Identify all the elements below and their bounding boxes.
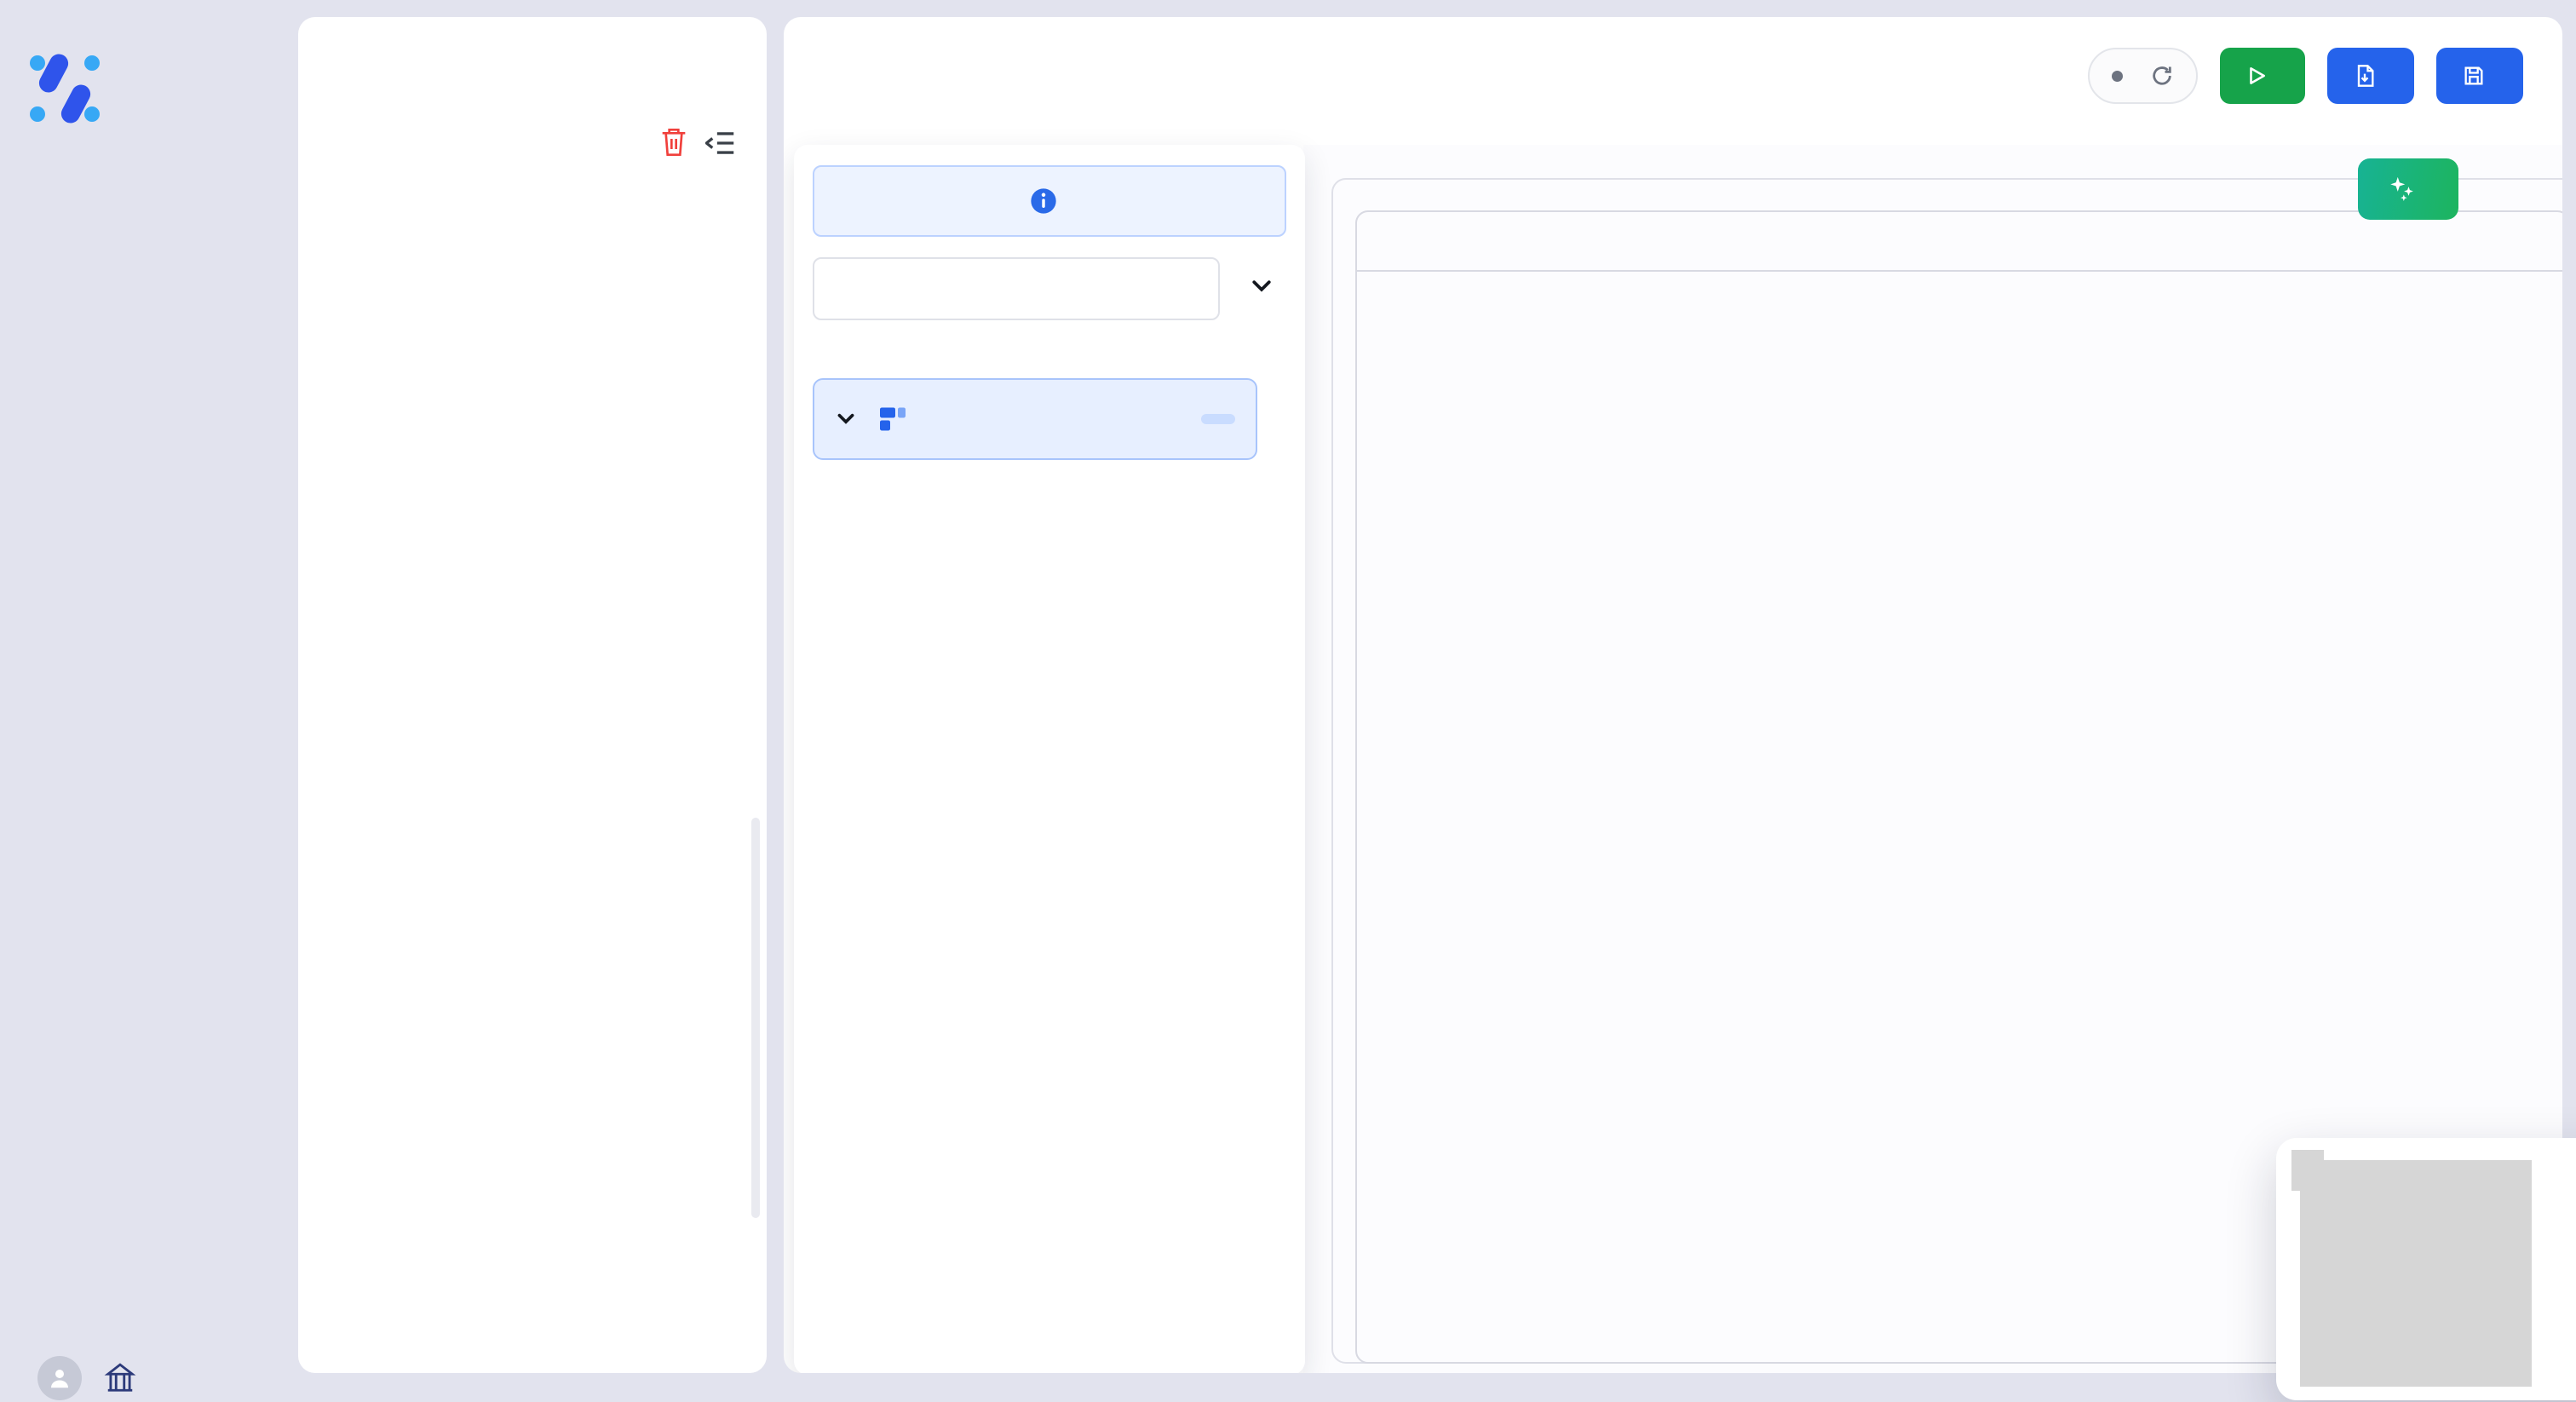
category-count-badge	[1201, 414, 1235, 424]
bohrium-logo-icon	[26, 49, 104, 128]
status-dot-icon	[2112, 71, 2123, 82]
chevron-down-icon[interactable]	[1249, 273, 1274, 298]
download-icon	[2353, 64, 2377, 88]
simulation-status-badge[interactable]	[2088, 48, 2198, 104]
user-icon	[47, 1365, 72, 1391]
search-input[interactable]	[813, 257, 1220, 320]
preview-popup[interactable]	[2276, 1138, 2576, 1400]
refresh-icon[interactable]	[2150, 64, 2174, 88]
lab-building-icon	[104, 1362, 136, 1394]
info-icon	[1030, 187, 1057, 215]
collapse-panel-icon[interactable]	[705, 129, 736, 157]
placeholder-image	[2300, 1160, 2532, 1387]
save-config-button[interactable]	[2436, 48, 2523, 104]
save-icon	[2462, 64, 2486, 88]
category-instruments[interactable]	[813, 378, 1257, 460]
delete-icon[interactable]	[660, 126, 687, 158]
materials-scrollbar[interactable]	[751, 818, 760, 1218]
download-config-button[interactable]	[2327, 48, 2414, 104]
hint-banner	[813, 165, 1286, 237]
avatar[interactable]	[37, 1356, 82, 1400]
start-simulation-button[interactable]	[2220, 48, 2305, 104]
chevron-down-icon	[835, 408, 857, 430]
template-panel	[794, 145, 1305, 1373]
grid-icon	[877, 404, 908, 434]
sparkles-icon	[2387, 175, 2416, 204]
play-icon	[2245, 65, 2268, 87]
materials-panel	[298, 17, 767, 1373]
sidebar	[0, 0, 298, 1402]
beautify-layout-button[interactable]	[2358, 158, 2458, 220]
